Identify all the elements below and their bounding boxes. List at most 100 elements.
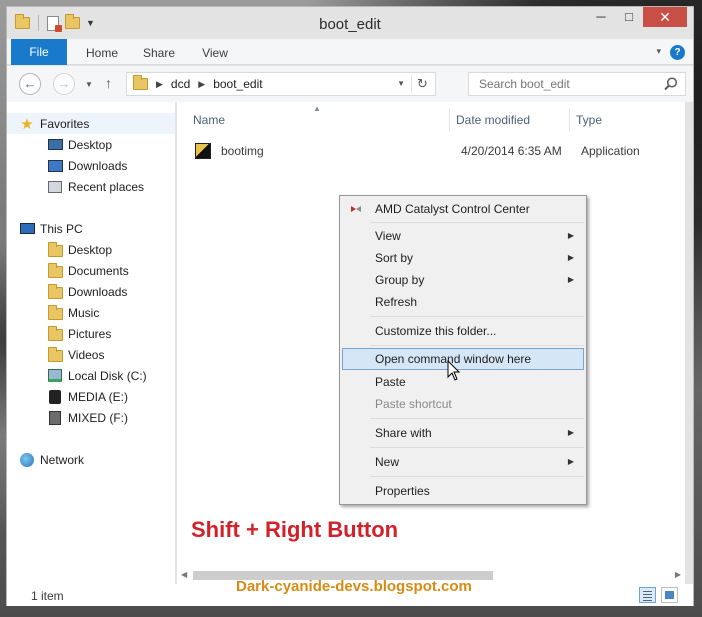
nav-label: Local Disk (C:)	[68, 368, 147, 383]
nav-this-pc-downloads[interactable]: Downloads	[7, 281, 175, 302]
nav-mixed-f[interactable]: MIXED (F:)	[7, 407, 175, 428]
breadcrumb-dcd[interactable]: dcd	[171, 77, 190, 91]
application-icon	[195, 143, 211, 159]
context-menu: AMD Catalyst Control Center View ▶ Sort …	[339, 195, 587, 505]
ribbon-tabs: File Home Share View ▾ ?	[7, 39, 693, 65]
menu-item-amd-catalyst[interactable]: AMD Catalyst Control Center	[342, 198, 584, 220]
nav-recent-places[interactable]: Recent places	[7, 176, 175, 197]
menu-item-new[interactable]: New ▶	[342, 451, 584, 473]
tab-view[interactable]: View	[193, 41, 237, 65]
menu-item-paste[interactable]: Paste	[342, 371, 584, 393]
tab-file[interactable]: File	[11, 39, 67, 65]
maximize-button[interactable]: □	[615, 7, 643, 27]
tab-home[interactable]: Home	[77, 41, 127, 65]
nav-network[interactable]: Network	[7, 449, 175, 470]
nav-pictures[interactable]: Pictures	[7, 323, 175, 344]
scroll-right-icon[interactable]: ▶	[675, 570, 681, 579]
file-type: Application	[581, 144, 640, 158]
folder-icon	[47, 242, 63, 258]
refresh-icon[interactable]: ↻	[411, 75, 433, 93]
folder-icon	[47, 305, 63, 321]
amd-catalyst-icon	[351, 206, 361, 212]
submenu-arrow-icon: ▶	[567, 253, 574, 262]
search-box[interactable]	[468, 72, 686, 96]
recent-places-icon	[47, 179, 63, 195]
nav-label: Favorites	[40, 116, 90, 131]
folder-icon	[47, 263, 63, 279]
nav-videos[interactable]: Videos	[7, 344, 175, 365]
search-input[interactable]	[469, 73, 654, 95]
instruction-caption: Shift + Right Button	[191, 517, 399, 542]
menu-item-view[interactable]: View ▶	[342, 225, 584, 247]
nav-favorites-desktop[interactable]: Desktop	[7, 134, 175, 155]
scroll-left-icon[interactable]: ◀	[181, 570, 187, 579]
downloads-folder-icon	[47, 158, 63, 174]
recent-locations-dropdown-icon[interactable]: ▼	[85, 80, 93, 89]
removable-drive-icon	[47, 389, 63, 405]
address-bar[interactable]: ▶ dcd ▶ boot_edit ▼ ↻	[126, 72, 436, 96]
nav-label: Videos	[68, 347, 105, 362]
submenu-arrow-icon: ▶	[567, 457, 574, 466]
chevron-right-icon[interactable]: ▶	[156, 79, 163, 90]
folder-icon	[133, 75, 148, 90]
nav-label: Music	[68, 305, 100, 320]
address-history-dropdown-icon[interactable]: ▼	[397, 79, 405, 88]
drive-icon	[47, 368, 63, 384]
menu-item-properties[interactable]: Properties	[342, 480, 584, 502]
nav-label: Downloads	[68, 284, 128, 299]
close-button[interactable]: ✕	[643, 7, 687, 27]
title-bar: ▼ boot_edit ─ □ ✕	[7, 7, 693, 39]
nav-local-disk-c[interactable]: Local Disk (C:)	[7, 365, 175, 386]
nav-documents[interactable]: Documents	[7, 260, 175, 281]
tab-share[interactable]: Share	[135, 41, 183, 65]
computer-icon	[19, 221, 35, 237]
menu-item-open-command-window[interactable]: Open command window here	[342, 348, 584, 370]
breadcrumb-boot-edit[interactable]: boot_edit	[213, 77, 262, 91]
menu-item-label: Sort by	[375, 251, 414, 265]
menu-item-label: Group by	[375, 273, 425, 287]
watermark-caption: Dark-cyanide-devs.blogspot.com	[236, 578, 472, 595]
nav-music[interactable]: Music	[7, 302, 175, 323]
up-button[interactable]: ↑	[105, 75, 112, 91]
nav-favorites-downloads[interactable]: Downloads	[7, 155, 175, 176]
nav-label: Pictures	[68, 326, 112, 341]
table-row[interactable]: bootimg 4/20/2014 6:35 AM Application	[191, 142, 671, 162]
back-button[interactable]: ←	[19, 73, 41, 95]
expand-ribbon-icon[interactable]: ▾	[656, 46, 661, 57]
menu-item-sort-by[interactable]: Sort by ▶	[342, 247, 584, 269]
search-icon[interactable]	[663, 76, 679, 92]
menu-item-group-by[interactable]: Group by ▶	[342, 269, 584, 291]
nav-label: MIXED (F:)	[68, 410, 128, 425]
nav-favorites[interactable]: ★ Favorites	[7, 113, 175, 134]
minimize-button[interactable]: ─	[587, 7, 615, 27]
forward-button[interactable]: →	[53, 73, 75, 95]
details-view-button[interactable]	[639, 587, 656, 603]
column-header-date-modified[interactable]: Date modified	[449, 108, 569, 132]
nav-this-pc[interactable]: This PC	[7, 218, 175, 239]
drive-icon	[47, 410, 63, 426]
help-button[interactable]: ?	[670, 45, 685, 60]
nav-label: Documents	[68, 263, 129, 278]
menu-separator	[370, 447, 584, 448]
nav-label: Desktop	[68, 242, 113, 257]
navigation-pane: ★ Favorites Desktop Downloads Recent pla…	[7, 102, 175, 584]
menu-item-label: Paste shortcut	[375, 397, 452, 411]
menu-item-paste-shortcut: Paste shortcut	[342, 393, 584, 415]
menu-separator	[370, 418, 584, 419]
column-header-type[interactable]: Type	[569, 108, 669, 132]
chevron-right-icon[interactable]: ▶	[198, 79, 205, 90]
menu-item-share-with[interactable]: Share with ▶	[342, 422, 584, 444]
folder-icon	[47, 347, 63, 363]
menu-item-label: View	[375, 229, 401, 243]
menu-item-label: Share with	[375, 426, 432, 440]
menu-item-label: Paste	[375, 375, 406, 389]
nav-this-pc-desktop[interactable]: Desktop	[7, 239, 175, 260]
nav-label: Recent places	[68, 179, 145, 194]
menu-item-label: Customize this folder...	[375, 324, 497, 338]
menu-item-refresh[interactable]: Refresh	[342, 291, 584, 313]
nav-label: MEDIA (E:)	[68, 389, 129, 404]
menu-item-customize-folder[interactable]: Customize this folder...	[342, 320, 584, 342]
item-count: 1 item	[31, 589, 64, 603]
large-icons-view-button[interactable]	[661, 587, 678, 603]
nav-media-e[interactable]: MEDIA (E:)	[7, 386, 175, 407]
